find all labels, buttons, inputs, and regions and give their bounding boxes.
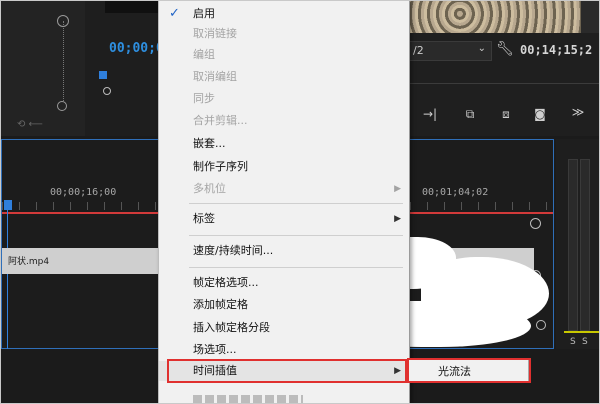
scroll-track — [63, 21, 65, 101]
menu-item-label-color[interactable]: 标签 ▶ — [159, 209, 409, 229]
menu-item-label: 帧定格选项... — [193, 276, 259, 289]
audio-meters: S S — [556, 139, 599, 349]
more-icon[interactable]: ≫ — [568, 105, 588, 119]
menu-item-label: 速度/持续时间... — [193, 244, 274, 257]
menu-item-insert-frame-hold-segment[interactable]: 插入帧定格分段 — [159, 318, 409, 338]
menu-item-label: 插入帧定格分段 — [193, 321, 270, 334]
menu-item-speed-duration[interactable]: 速度/持续时间... — [159, 241, 409, 261]
meter-bar — [580, 159, 590, 331]
circle-icon[interactable] — [103, 87, 111, 95]
fraction-value: /2 — [413, 44, 424, 57]
clip-label: 阿状.mp4 — [8, 257, 50, 267]
menu-item-make-subsequence[interactable]: 制作子序列 — [159, 157, 409, 177]
panel-top-bar — [105, 1, 158, 13]
menu-item-enable[interactable]: ✓ 启用 — [159, 4, 409, 24]
menu-separator — [189, 267, 403, 268]
menu-item-add-frame-hold[interactable]: 添加帧定格 — [159, 295, 409, 315]
meter-bar — [568, 159, 578, 331]
playhead-line — [7, 210, 8, 350]
menu-item-label: 嵌套... — [193, 137, 226, 150]
fraction-dropdown[interactable]: /2 ⌄ — [408, 41, 492, 61]
highlight-box-menu-item — [167, 359, 407, 383]
menu-item-label: 添加帧定格 — [193, 298, 248, 311]
menu-item-label: 启用 — [193, 7, 215, 20]
highlight-box-submenu-item — [407, 358, 531, 383]
playhead[interactable] — [4, 200, 12, 210]
menu-item-label: 合并剪辑... — [193, 114, 248, 127]
menu-separator — [189, 235, 403, 236]
submenu-arrow-icon: ▶ — [394, 184, 401, 194]
meter-level — [564, 331, 599, 333]
menu-item-label: 标签 — [193, 212, 215, 225]
monitor-controls: /2 ⌄ 🔧︎ 00;14;15;2 →| ⧉ ⧈ ◙ ≫ — [408, 33, 599, 136]
ruler-label-right: 00;01;04;02 — [422, 187, 489, 198]
scroll-handle-icon[interactable] — [530, 218, 541, 229]
solo-letter[interactable]: S — [582, 337, 588, 347]
menu-item-label: 编组 — [193, 48, 215, 61]
menu-item-sync[interactable]: 同步 — [159, 89, 409, 109]
video-preview — [408, 1, 581, 33]
scroll-handle-icon[interactable] — [536, 320, 546, 330]
menu-item-label: 取消编组 — [193, 70, 237, 83]
panel-icons: ⟲ ⟵ — [17, 119, 43, 130]
source-panel: ⟲ ⟵ — [1, 1, 85, 136]
menu-item-frame-hold-options[interactable]: 帧定格选项... — [159, 273, 409, 293]
solo-letter[interactable]: S — [570, 337, 576, 347]
submenu-arrow-icon: ▶ — [394, 214, 401, 224]
program-duration: 00;14;15;2 — [520, 43, 593, 57]
monitor-scrub-line — [408, 83, 599, 84]
ruler-label-left: 00;00;16;00 — [50, 187, 117, 198]
context-menu: ✓ 启用 取消链接 编组 取消编组 同步 合并剪辑... 嵌套... 制作子序列… — [158, 1, 410, 403]
menu-item-field-options[interactable]: 场选项... — [159, 340, 409, 360]
app-window: ⟲ ⟵ 00;00;0 /2 ⌄ 🔧︎ 00;14;15;2 →| ⧉ ⧈ ◙ … — [0, 0, 600, 404]
wrench-icon[interactable]: 🔧︎ — [496, 41, 514, 57]
chevron-down-icon: ⌄ — [477, 43, 486, 54]
menu-item-nest[interactable]: 嵌套... — [159, 134, 409, 154]
lift-icon[interactable]: ⧉ — [460, 107, 480, 122]
monitor-scrollbar[interactable] — [581, 1, 599, 33]
arrow-right-icon[interactable]: →| — [420, 107, 440, 121]
menu-item-label: 同步 — [193, 92, 215, 105]
timeline-empty — [1, 349, 158, 403]
menu-item-ungroup[interactable]: 取消编组 — [159, 67, 409, 87]
menu-item-label: 取消链接 — [193, 27, 237, 40]
menu-item-label: 多机位 — [193, 182, 226, 195]
menu-item-multicam[interactable]: 多机位 ▶ — [159, 179, 409, 199]
menu-item-label: 场选项... — [193, 343, 237, 356]
program-timecode[interactable]: 00;00;0 — [109, 41, 164, 56]
program-panel: 00;00;0 — [85, 1, 164, 136]
check-icon: ✓ — [169, 6, 180, 21]
menu-item-group[interactable]: 编组 — [159, 45, 409, 65]
menu-separator — [189, 203, 403, 204]
camera-icon[interactable]: ◙ — [530, 107, 550, 121]
circle-icon[interactable] — [57, 101, 67, 111]
menu-item-unlink[interactable]: 取消链接 — [159, 24, 409, 44]
menu-item-label: 制作子序列 — [193, 160, 248, 173]
menu-item-merge-clips[interactable]: 合并剪辑... — [159, 111, 409, 131]
extract-icon[interactable]: ⧈ — [496, 107, 516, 122]
scroll-handle-icon[interactable] — [57, 15, 69, 27]
menu-item-partial — [159, 383, 409, 403]
playhead-marker[interactable] — [99, 71, 107, 79]
